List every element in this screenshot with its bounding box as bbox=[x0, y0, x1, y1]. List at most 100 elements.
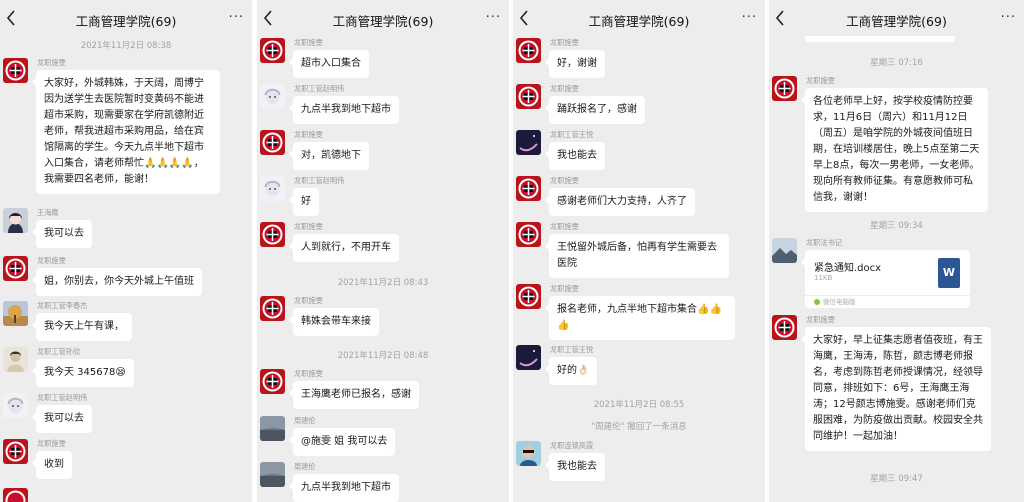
avatar-anime-icon[interactable] bbox=[3, 208, 28, 233]
message-bubble[interactable]: 我可以去 bbox=[32, 220, 92, 248]
sender-name: 龙职施雯 bbox=[550, 84, 579, 93]
avatar-milan-icon[interactable] bbox=[516, 222, 541, 247]
message-bubble[interactable]: 我可以去 bbox=[32, 405, 92, 433]
sender-name: 龙职工管孙欣 bbox=[37, 347, 81, 356]
avatar-milan-icon[interactable] bbox=[516, 84, 541, 109]
sender-name: 龙职工管王悦 bbox=[550, 345, 594, 354]
word-icon: W bbox=[938, 258, 960, 288]
avatar-milan-icon[interactable] bbox=[3, 488, 28, 502]
message-bubble[interactable]: 我也能去 bbox=[545, 142, 605, 170]
message-bubble[interactable]: 王悦留外城后备，怕再有学生需要去医院 bbox=[545, 234, 729, 278]
sender-name: 王海鹰 bbox=[37, 208, 59, 217]
more-icon[interactable]: ··· bbox=[1001, 10, 1016, 25]
sender-name: 龙职施雯 bbox=[550, 284, 579, 293]
avatar-cartoon-icon[interactable] bbox=[260, 84, 285, 109]
chat-title: 工商管理学院(69) bbox=[332, 14, 434, 29]
chat-header: 工商管理学院(69) ··· bbox=[513, 0, 765, 38]
file-source-label: 微信电脑版 bbox=[823, 298, 856, 306]
timestamp: 星期三 07:16 bbox=[870, 58, 923, 68]
avatar-mountain-icon[interactable] bbox=[772, 238, 797, 263]
message-bubble[interactable]: 大家好，早上征集志愿者值夜班，有王海鹰，王海涛，陈哲，颜志博老师报名，考虑到陈哲… bbox=[801, 327, 991, 451]
avatar-milan-icon[interactable] bbox=[3, 439, 28, 464]
avatar-milan-icon[interactable] bbox=[260, 222, 285, 247]
sender-name: 龙职施雯 bbox=[37, 439, 66, 448]
sender-name: 龙职工管赵明伟 bbox=[294, 176, 345, 185]
chat-panel-3: 工商管理学院(69) ··· 龙职施雯 好，谢谢 龙职施雯 踊跃报名了，感谢 龙… bbox=[513, 0, 765, 502]
message-bubble[interactable]: 九点半我到地下超市 bbox=[289, 96, 399, 124]
avatar-milan-icon[interactable] bbox=[260, 130, 285, 155]
message-bubble[interactable]: 人到就行，不用开车 bbox=[289, 234, 399, 262]
message-bubble[interactable]: 好 bbox=[289, 188, 319, 216]
chat-header: 工商管理学院(69) ··· bbox=[0, 0, 252, 38]
timestamp: 2021年11月2日 08:55 bbox=[593, 400, 685, 410]
avatar-landscape-icon[interactable] bbox=[260, 416, 285, 441]
chat-header: 工商管理学院(69) ··· bbox=[769, 0, 1024, 38]
avatar-cartoon-icon[interactable] bbox=[3, 393, 28, 418]
sender-name: 龙职施雯 bbox=[294, 222, 323, 231]
message-bubble[interactable]: @施雯 姐 我可以去 bbox=[288, 428, 396, 456]
message-bubble[interactable]: 感谢老师们大力支持，人齐了 bbox=[545, 188, 695, 216]
message-bubble[interactable]: 我今天 345678😪 bbox=[32, 359, 134, 387]
sender-name: 龙职施雯 bbox=[294, 296, 323, 305]
message-bubble[interactable]: 收到 bbox=[32, 451, 72, 479]
sender-name: 周建伦 bbox=[294, 416, 316, 425]
sender-name: 龙职施雯 bbox=[37, 256, 66, 265]
sender-name: 周建伦 bbox=[294, 462, 316, 471]
message-bubble[interactable]: 姐，你别去，你今天外城上午值班 bbox=[32, 268, 202, 296]
chat-header: 工商管理学院(69) ··· bbox=[257, 0, 509, 38]
avatar-milan-icon[interactable] bbox=[772, 315, 797, 340]
avatar-person-icon[interactable] bbox=[516, 441, 541, 466]
sender-name: 龙职连锁高霞 bbox=[550, 441, 594, 450]
truncated-bubble bbox=[805, 36, 955, 42]
message-bubble[interactable]: 我今天上午有课， bbox=[32, 313, 132, 341]
avatar-photo-icon[interactable] bbox=[3, 347, 28, 372]
timestamp: 星期三 09:34 bbox=[870, 221, 923, 231]
more-icon[interactable]: ··· bbox=[229, 10, 244, 25]
avatar-autumn-tree-icon[interactable] bbox=[3, 301, 28, 326]
avatar-milan-icon[interactable] bbox=[3, 256, 28, 281]
sender-name: 龙职工管王悦 bbox=[550, 130, 594, 139]
avatar-moon-icon[interactable] bbox=[516, 345, 541, 370]
message-bubble[interactable]: 踊跃报名了，感谢 bbox=[545, 96, 645, 124]
avatar-milan-icon[interactable] bbox=[772, 76, 797, 101]
avatar-milan-icon[interactable] bbox=[260, 369, 285, 394]
message-bubble[interactable]: 大家好，外城韩姝，于天阔，周博宁因为送学生去医院暂时变黄码不能进超市采购，现需要… bbox=[32, 70, 220, 194]
sender-name: 龙职施雯 bbox=[806, 315, 835, 324]
message-bubble[interactable]: 王海鹰老师已报名，感谢 bbox=[289, 381, 419, 409]
message-bubble[interactable]: 好的👌🏻 bbox=[544, 357, 598, 385]
avatar-milan-icon[interactable] bbox=[260, 38, 285, 63]
message-bubble[interactable]: 我也能去 bbox=[545, 453, 605, 481]
more-icon[interactable]: ··· bbox=[486, 10, 501, 25]
sender-name: 龙职施雯 bbox=[37, 58, 66, 67]
message-bubble[interactable]: 超市入口集合 bbox=[289, 50, 369, 78]
chat-title: 工商管理学院(69) bbox=[75, 14, 177, 29]
timestamp: 2021年11月2日 08:38 bbox=[80, 41, 172, 51]
more-icon[interactable]: ··· bbox=[742, 10, 757, 25]
recall-notice: "周建伦" 撤回了一条消息 bbox=[591, 422, 687, 432]
avatar-landscape-icon[interactable] bbox=[260, 462, 285, 487]
message-bubble[interactable]: 好，谢谢 bbox=[545, 50, 605, 78]
avatar-milan-icon[interactable] bbox=[260, 296, 285, 321]
message-bubble[interactable]: 韩姝会带车来接 bbox=[289, 308, 379, 336]
message-bubble[interactable]: 对，凯德地下 bbox=[289, 142, 369, 170]
timestamp: 星期三 09:47 bbox=[870, 474, 923, 484]
message-bubble[interactable]: 报名老师，九点半地下超市集合👍👍👍 bbox=[545, 296, 735, 340]
file-card[interactable]: 紧急通知.docx 11KB W 微信电脑版 bbox=[801, 250, 970, 308]
chat-panel-1: 工商管理学院(69) ··· 2021年11月2日 08:38 龙职施雯 大家好… bbox=[0, 0, 252, 502]
message-bubble[interactable]: 各位老师早上好，按学校疫情防控要求，11月6日（周六）和11月12日（周五）是咱… bbox=[801, 88, 988, 212]
chat-panel-4: 工商管理学院(69) ··· 星期三 07:16 龙职施雯 各位老师早上好，按学… bbox=[769, 0, 1024, 502]
avatar-milan-icon[interactable] bbox=[3, 58, 28, 83]
sender-name: 龙职工管李春杰 bbox=[37, 301, 88, 310]
file-source: 微信电脑版 bbox=[805, 295, 970, 308]
timestamp: 2021年11月2日 08:48 bbox=[337, 351, 429, 361]
avatar-milan-icon[interactable] bbox=[516, 176, 541, 201]
message-bubble[interactable]: 九点半我到地下超市 bbox=[289, 474, 399, 502]
avatar-cartoon-icon[interactable] bbox=[260, 176, 285, 201]
avatar-milan-icon[interactable] bbox=[516, 38, 541, 63]
sender-name: 龙职施雯 bbox=[294, 130, 323, 139]
timestamp: 2021年11月2日 08:43 bbox=[337, 278, 429, 288]
sender-name: 龙职施雯 bbox=[550, 176, 579, 185]
avatar-milan-icon[interactable] bbox=[516, 284, 541, 309]
file-name: 紧急通知.docx bbox=[814, 263, 882, 274]
avatar-moon-icon[interactable] bbox=[516, 130, 541, 155]
